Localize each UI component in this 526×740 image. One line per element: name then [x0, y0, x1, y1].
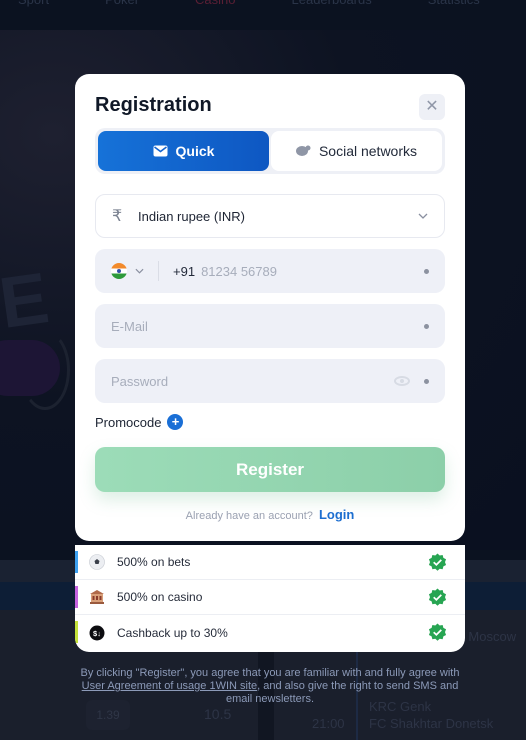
cashback-icon: $↓ — [89, 625, 105, 641]
bonus-label: 500% on bets — [117, 555, 191, 569]
phone-prefix: +91 — [173, 263, 196, 279]
tab-quick[interactable]: Quick — [98, 131, 269, 171]
bonus-list: 500% on bets 500% on casino $↓ Cashback … — [75, 545, 465, 652]
bonus-color-bar — [75, 586, 78, 608]
country-chevron-down-icon[interactable] — [135, 266, 144, 277]
check-badge-icon — [428, 553, 447, 572]
password-field — [95, 359, 445, 403]
bonus-color-bar — [75, 621, 78, 643]
tab-label: Social networks — [318, 143, 418, 159]
login-link[interactable]: Login — [319, 507, 354, 522]
bonus-item: 500% on casino — [75, 580, 465, 615]
india-flag-icon[interactable] — [111, 263, 127, 279]
currency-select[interactable]: ₹ Indian rupee (INR) — [95, 194, 445, 238]
add-promocode-plus-icon[interactable]: + — [167, 414, 184, 430]
bonus-label: 500% on casino — [117, 590, 203, 604]
currency-value: Indian rupee (INR) — [138, 208, 245, 224]
chevron-down-icon — [418, 211, 428, 222]
promocode-row: Promocode + — [95, 414, 184, 430]
required-dot-icon — [424, 378, 429, 384]
tab-label: Quick — [175, 143, 215, 159]
soccer-ball-icon — [89, 554, 105, 570]
total-value: 10.5 — [204, 706, 232, 722]
required-dot-icon — [424, 323, 429, 329]
email-input[interactable] — [111, 318, 424, 334]
hero-arc — [20, 330, 70, 410]
required-dot-icon — [424, 268, 429, 274]
login-prompt: Already have an account? Login — [75, 507, 465, 522]
nav-item[interactable]: Leaderboards — [292, 0, 372, 8]
tab-social-networks[interactable]: Social networks — [271, 131, 442, 171]
close-icon: ✕ — [425, 98, 439, 115]
nav-item[interactable]: Statistics — [428, 0, 480, 8]
modal-title: Registration — [95, 94, 212, 116]
registration-modal: Registration ✕ Quick Social networks ₹ I… — [75, 74, 465, 541]
promocode-label: Promocode — [95, 414, 162, 430]
rupee-icon: ₹ — [112, 208, 123, 225]
bonus-item: $↓ Cashback up to 30% — [75, 615, 465, 650]
phone-field: +91 — [95, 249, 445, 293]
nav-item[interactable]: Casino — [195, 0, 235, 8]
check-badge-icon — [428, 623, 447, 642]
bonus-label: Cashback up to 30% — [117, 625, 228, 640]
svg-text:$↓: $↓ — [93, 629, 101, 638]
terms-before: By clicking "Register", you agree that y… — [80, 667, 460, 679]
password-input[interactable] — [111, 373, 394, 389]
bonus-color-bar — [75, 551, 78, 573]
eye-icon[interactable] — [394, 376, 410, 386]
chat-bubbles-icon — [295, 145, 311, 157]
bonus-item: 500% on bets — [75, 545, 465, 580]
nav-item[interactable]: Poker — [105, 0, 139, 8]
login-prompt-text: Already have an account? — [185, 510, 313, 522]
registration-tabs: Quick Social networks — [95, 128, 445, 174]
team-name: FC Shakhtar Donetsk — [369, 716, 494, 731]
phone-input[interactable] — [201, 263, 424, 279]
top-nav: Sport Poker Casino Leaderboards Statisti… — [0, 0, 526, 8]
register-button[interactable]: Register — [95, 447, 445, 492]
match-time: 21:00 — [312, 716, 345, 731]
terms-after: , and also give the right to send SMS an… — [225, 680, 459, 705]
user-agreement-link[interactable]: User Agreement of usage 1WIN site — [82, 680, 257, 692]
email-field — [95, 304, 445, 348]
close-button[interactable]: ✕ — [419, 94, 445, 120]
envelope-icon — [153, 145, 168, 157]
nav-item[interactable]: Sport — [18, 0, 49, 8]
casino-building-icon — [89, 589, 105, 605]
check-badge-icon — [428, 588, 447, 607]
terms-text: By clicking "Register", you agree that y… — [70, 667, 470, 706]
divider — [158, 261, 159, 281]
